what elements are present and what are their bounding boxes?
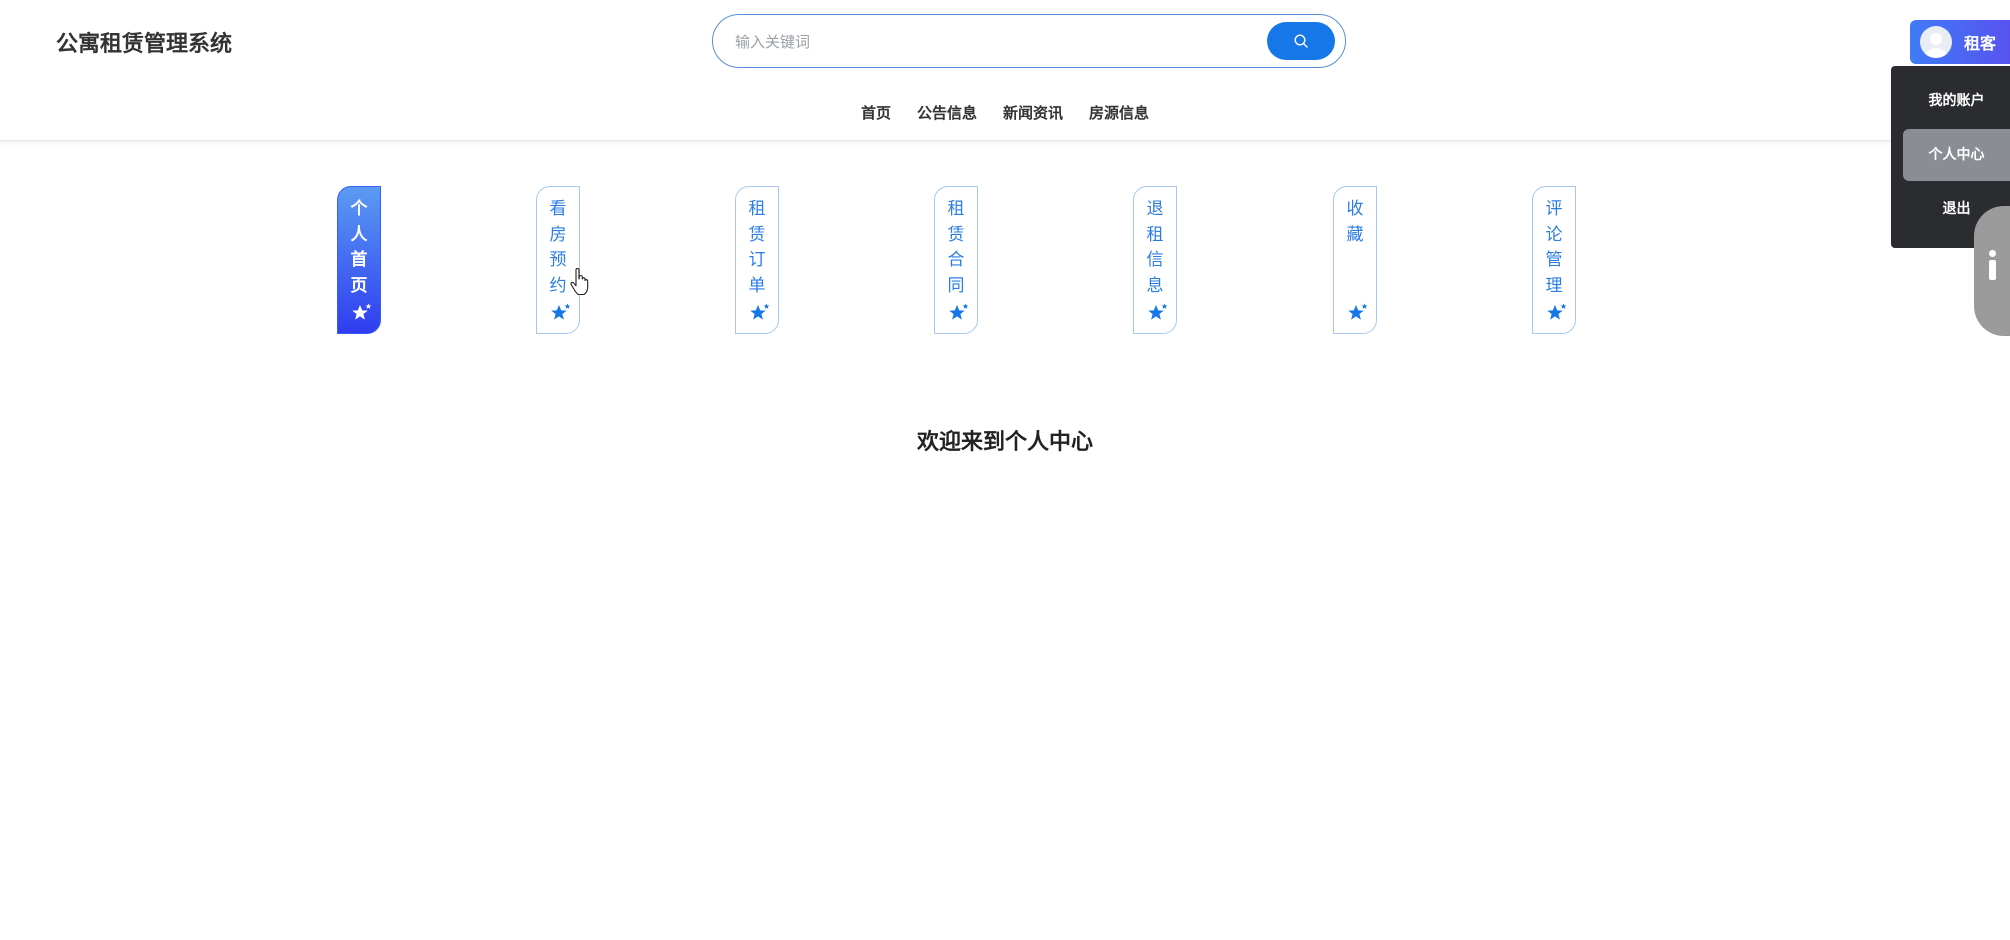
star-icon — [352, 303, 372, 320]
star-icon — [949, 303, 969, 320]
tab-label: 收藏 — [1346, 199, 1364, 245]
tab-comment-management[interactable]: 评论管理 — [1532, 186, 1576, 334]
tab-label: 租赁订单 — [748, 199, 766, 296]
tab-rental-orders[interactable]: 租赁订单 — [735, 186, 779, 334]
star-icon — [1547, 303, 1567, 320]
star-icon — [750, 303, 770, 320]
site-title: 公寓租赁管理系统 — [56, 32, 233, 57]
tab-label: 退租信息 — [1146, 199, 1164, 296]
user-menu-button[interactable]: 租客 — [1910, 20, 2010, 64]
search-icon — [1294, 34, 1308, 48]
top-header: 公寓租赁管理系统 首页 公告信息 新闻资讯 房源信息 — [0, 0, 2010, 141]
tab-move-out-info[interactable]: 退租信息 — [1133, 186, 1177, 334]
nav-item-news[interactable]: 新闻资讯 — [1003, 102, 1063, 123]
tab-favorites[interactable]: 收藏 — [1333, 186, 1377, 334]
hand-cursor-icon — [570, 268, 589, 296]
tab-rental-contracts[interactable]: 租赁合同 — [934, 186, 978, 334]
tab-personal-home[interactable]: 个人首页 — [337, 186, 381, 334]
nav-item-announcements[interactable]: 公告信息 — [917, 102, 977, 123]
search-button[interactable] — [1267, 22, 1335, 60]
star-icon — [1348, 303, 1368, 320]
main-nav: 首页 公告信息 新闻资讯 房源信息 — [0, 102, 2010, 123]
tab-label: 看房预约 — [549, 199, 567, 296]
welcome-message: 欢迎来到个人中心 — [916, 430, 1093, 455]
menu-item-my-account[interactable]: 我的账户 — [1903, 75, 2010, 127]
avatar-icon — [1920, 26, 1952, 58]
tab-label: 租赁合同 — [947, 199, 965, 296]
nav-item-listings[interactable]: 房源信息 — [1089, 102, 1149, 123]
tab-label: 评论管理 — [1545, 199, 1563, 296]
nav-item-home[interactable]: 首页 — [861, 102, 891, 123]
tab-label: 个人首页 — [350, 199, 368, 296]
tab-viewing-appointment[interactable]: 看房预约 — [536, 186, 580, 334]
star-icon — [1148, 303, 1168, 320]
user-role-label: 租客 — [1964, 34, 1997, 53]
search-box — [712, 14, 1346, 68]
personal-center-tabs: 个人首页 看房预约 租赁订单 租赁合同 退租信息 收藏 评论管理 — [0, 186, 2010, 336]
star-icon — [551, 303, 571, 320]
menu-item-personal-center[interactable]: 个人中心 — [1903, 129, 2010, 181]
search-input[interactable] — [733, 25, 1257, 59]
